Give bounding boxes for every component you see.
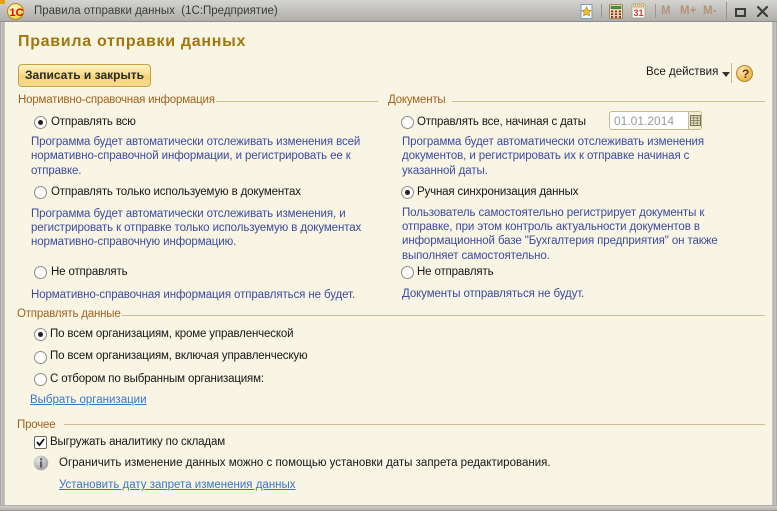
svg-text:31: 31 (633, 8, 643, 18)
